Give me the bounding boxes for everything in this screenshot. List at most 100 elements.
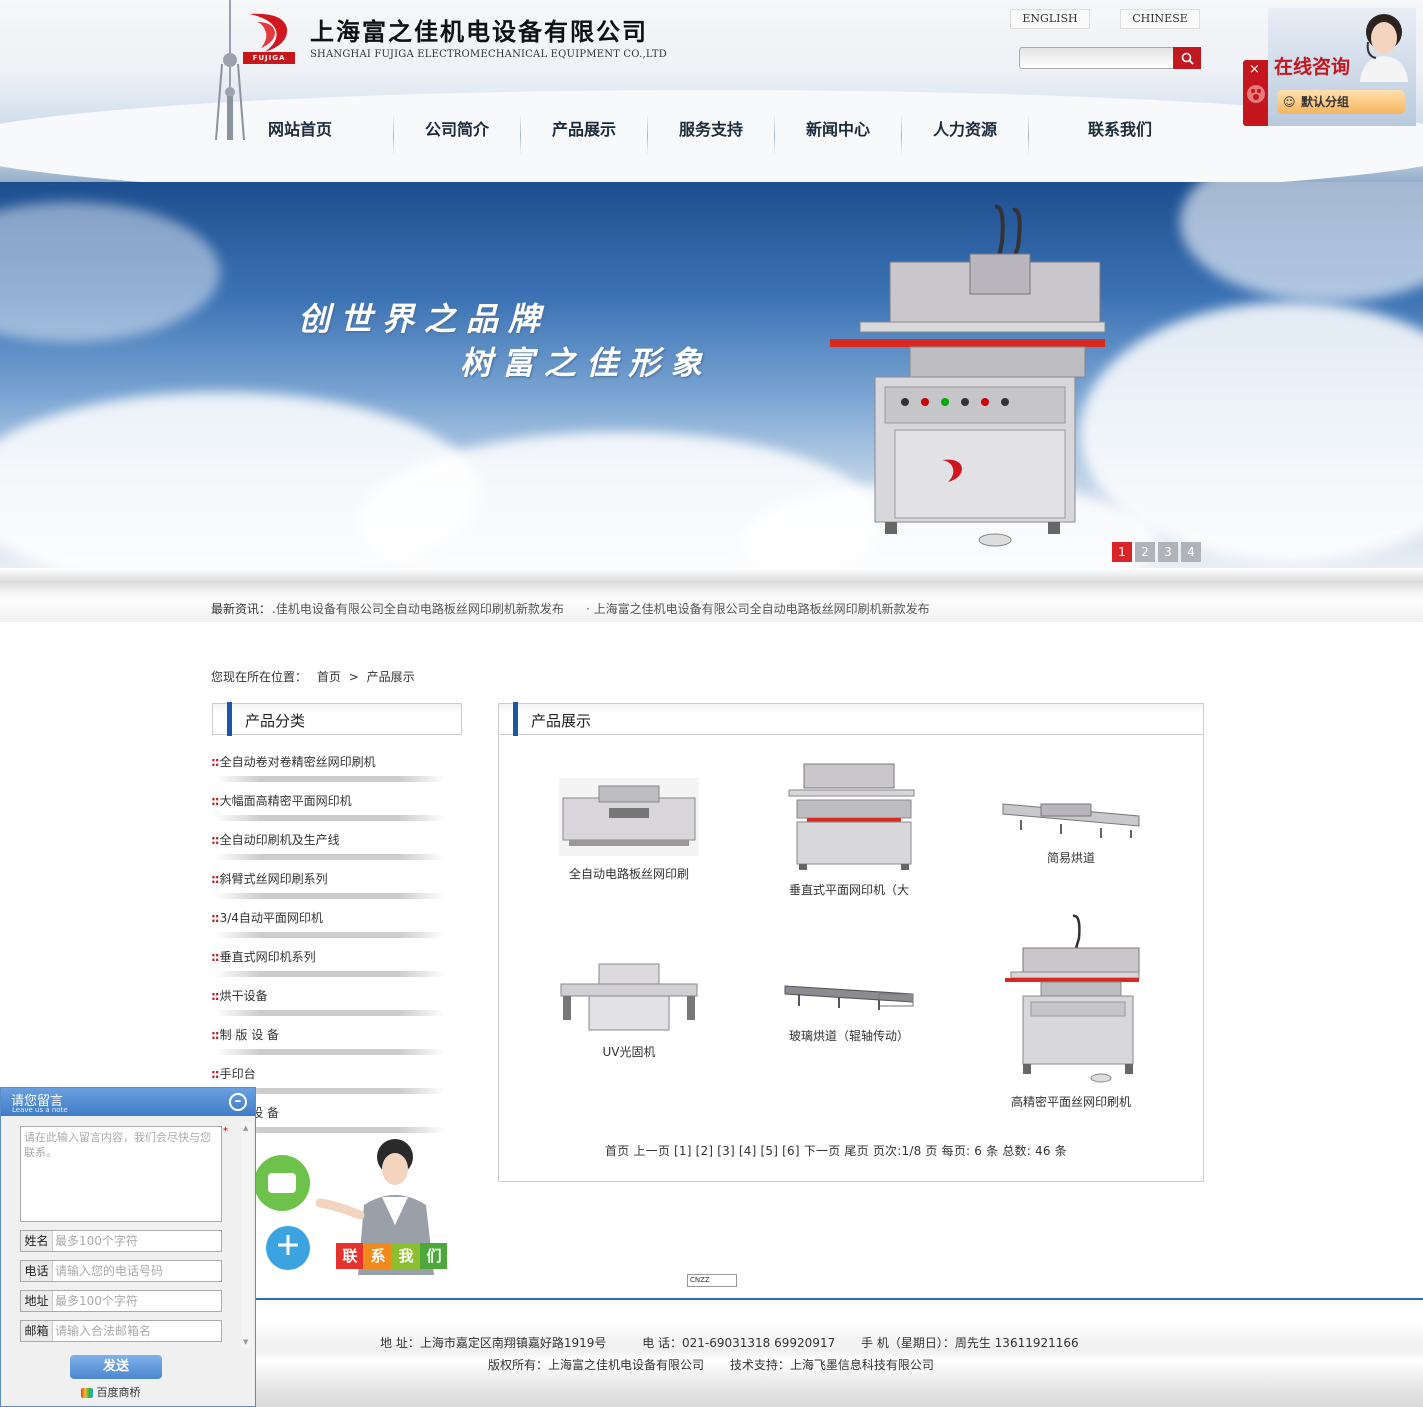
product-card[interactable]: 高精密平面丝网印刷机 xyxy=(985,912,1157,1110)
pager-next[interactable]: 下一页 xyxy=(804,1144,841,1158)
minimize-icon[interactable]: – xyxy=(229,1093,247,1111)
product-card[interactable]: 玻璃烘道（辊轴传动） xyxy=(763,976,935,1044)
product-image xyxy=(560,963,698,1031)
scroll-down-icon[interactable]: ▼ xyxy=(243,1338,248,1346)
product-name: 全自动电路板丝网印刷 xyxy=(568,867,689,881)
field-label: 地址 xyxy=(21,1291,53,1311)
scroll-up-icon[interactable]: ▲ xyxy=(243,1124,248,1132)
bullet-icon: :: xyxy=(211,911,220,925)
baidu-logo-icon xyxy=(81,1388,93,1398)
nav-hr[interactable]: 人力资源 xyxy=(902,110,1028,154)
category-item[interactable]: ::全自动卷对卷精密丝网印刷机 xyxy=(211,752,446,791)
online-consult-widget[interactable]: × 在线咨询 ☺ 默认分组 xyxy=(1243,8,1416,126)
product-name: 简易烘道 xyxy=(1046,851,1095,865)
consult-panel: 在线咨询 ☺ 默认分组 xyxy=(1268,8,1416,126)
category-label: 全自动印刷机及生产线 xyxy=(219,833,340,847)
news-item[interactable]: · 上海富之佳机电设备有限公司全自动电路板丝网印刷机新款发布 xyxy=(586,600,930,617)
footer-copyright-line: 版权所有：上海富之佳机电设备有限公司 技术支持：上海飞墨信息科技有限公司 xyxy=(488,1356,934,1373)
breadcrumb-home[interactable]: 首页 xyxy=(317,670,341,684)
product-card[interactable]: 垂直式平面网印机（大 xyxy=(763,760,935,898)
category-item[interactable]: ::大幅面高精密平面网印机 xyxy=(211,791,446,830)
category-label: 3/4自动平面网印机 xyxy=(219,911,323,925)
category-label: 全自动卷对卷精密丝网印刷机 xyxy=(219,755,376,769)
search-input[interactable] xyxy=(1019,47,1174,69)
consult-group-button[interactable]: ☺ 默认分组 xyxy=(1277,90,1405,114)
field-placeholder: 请输入您的电话号码 xyxy=(55,1264,164,1278)
slide-dot[interactable]: 4 xyxy=(1181,542,1201,562)
paw-icon xyxy=(1247,85,1265,103)
product-card[interactable]: UV光固机 xyxy=(543,958,715,1060)
cnzz-stats-badge[interactable]: CNZZ xyxy=(687,1274,737,1287)
product-card[interactable]: 简易烘道 xyxy=(985,790,1157,866)
pager-page[interactable]: [6] xyxy=(782,1144,800,1158)
nav-contact[interactable]: 联系我们 xyxy=(1030,110,1210,154)
lang-chinese-button[interactable]: CHINESE xyxy=(1120,9,1200,29)
breadcrumb: 您现在所在位置： 首页 > 产品展示 xyxy=(211,668,415,685)
header-accent-bar xyxy=(513,702,518,736)
slide-dot[interactable]: 1 xyxy=(1112,542,1132,562)
category-item[interactable]: ::烘干设备 xyxy=(211,986,446,1025)
category-label: 烘干设备 xyxy=(219,989,268,1003)
contact-char: 我 xyxy=(398,1247,414,1265)
nav-news[interactable]: 新闻中心 xyxy=(775,110,901,154)
pager-prev[interactable]: 上一页 xyxy=(633,1144,670,1158)
close-icon[interactable]: × xyxy=(1249,62,1260,77)
company-name-cn: 上海富之佳机电设备有限公司 xyxy=(310,18,648,46)
bullet-icon: :: xyxy=(211,872,220,886)
pager-page[interactable]: [3] xyxy=(717,1144,735,1158)
consult-group-label: 默认分组 xyxy=(1301,95,1350,109)
search-button[interactable] xyxy=(1173,47,1201,69)
pager-page[interactable]: [2] xyxy=(696,1144,714,1158)
phone-field[interactable]: 电话 请输入您的电话号码 xyxy=(20,1260,222,1282)
product-name: UV光固机 xyxy=(602,1045,656,1059)
message-textarea[interactable]: 请在此输入留言内容，我们会尽快与您联系。 xyxy=(20,1126,222,1222)
nav-service[interactable]: 服务支持 xyxy=(648,110,774,154)
category-item[interactable]: ::斜臂式丝网印刷系列 xyxy=(211,869,446,908)
pager-first[interactable]: 首页 xyxy=(605,1144,629,1158)
category-item[interactable]: ::制 版 设 备 xyxy=(211,1025,446,1064)
category-item[interactable]: ::垂直式网印机系列 xyxy=(211,947,446,986)
products-panel-header: 产品展示 xyxy=(498,702,1204,736)
pager-page[interactable]: [5] xyxy=(761,1144,779,1158)
name-field[interactable]: 姓名 最多100个字符 xyxy=(20,1230,222,1252)
slide-dot[interactable]: 2 xyxy=(1135,542,1155,562)
send-button[interactable]: 发送 xyxy=(70,1355,162,1379)
divider xyxy=(215,932,445,938)
nav-products[interactable]: 产品展示 xyxy=(521,110,647,154)
divider xyxy=(215,1010,445,1016)
pagination: 首页 上一页 [1] [2] [3] [4] [5] [6] 下一页 尾页 页次… xyxy=(605,1142,1067,1159)
category-item[interactable]: ::3/4自动平面网印机 xyxy=(211,908,446,947)
news-item[interactable]: .佳机电设备有限公司全自动电路板丝网印刷机新款发布 xyxy=(272,600,564,617)
footer-support[interactable]: 技术支持：上海飞墨信息科技有限公司 xyxy=(730,1358,934,1372)
nav-home[interactable]: 网站首页 xyxy=(230,110,370,154)
product-card[interactable]: 全自动电路板丝网印刷 xyxy=(543,778,715,882)
logo-text: FUJIGA xyxy=(243,52,295,64)
product-name: 高精密平面丝网印刷机 xyxy=(1010,1095,1131,1109)
address-field[interactable]: 地址 最多100个字符 xyxy=(20,1290,222,1312)
baidu-bridge-brand[interactable]: 百度商桥 xyxy=(81,1384,141,1400)
footer-phone: 电 话：021-69031318 69920917 xyxy=(642,1336,836,1350)
category-item[interactable]: ::全自动印刷机及生产线 xyxy=(211,830,446,869)
pager-page[interactable]: [1] xyxy=(674,1144,692,1158)
message-header: 请您留言 Leave us a note – xyxy=(1,1088,255,1116)
category-label: 垂直式网印机系列 xyxy=(219,950,316,964)
nav-about[interactable]: 公司简介 xyxy=(394,110,520,154)
cloud xyxy=(1180,182,1423,302)
divider xyxy=(215,971,445,977)
contact-char: 联 xyxy=(342,1247,358,1265)
category-label: 大幅面高精密平面网印机 xyxy=(219,794,352,808)
bullet-icon: :: xyxy=(211,950,220,964)
scrollbar[interactable]: ▲ ▼ xyxy=(241,1122,253,1348)
message-subtitle: Leave us a note xyxy=(12,1106,68,1114)
product-name: 玻璃烘道（辊轴传动） xyxy=(788,1029,909,1043)
pager-page[interactable]: [4] xyxy=(739,1144,757,1158)
slide-dot[interactable]: 3 xyxy=(1158,542,1178,562)
field-label: 姓名 xyxy=(21,1231,53,1251)
contact-char: 们 xyxy=(426,1247,442,1265)
consult-side-tab[interactable]: × xyxy=(1243,60,1269,126)
footer-mobile: 手 机（星期日）：周先生 13611921166 xyxy=(861,1336,1079,1350)
pager-last[interactable]: 尾页 xyxy=(844,1144,868,1158)
consult-title: 在线咨询 xyxy=(1274,56,1351,78)
email-field[interactable]: 邮箱 请输入合法邮箱名 xyxy=(20,1320,222,1342)
lang-english-button[interactable]: ENGLISH xyxy=(1010,9,1090,29)
